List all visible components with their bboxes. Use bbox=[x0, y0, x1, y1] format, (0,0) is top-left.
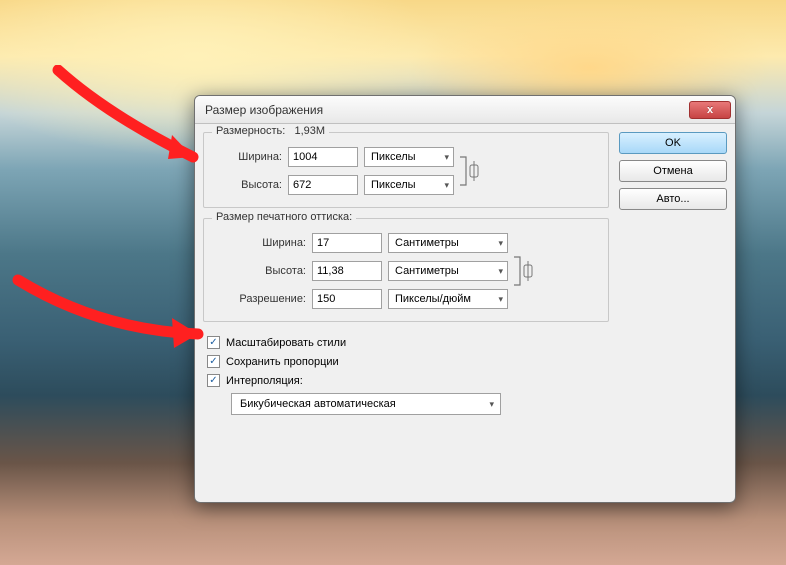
auto-button[interactable]: Авто... bbox=[619, 188, 727, 210]
interpolation-checkbox[interactable]: ✓ bbox=[207, 374, 220, 387]
constrain-proportions-label: Сохранить пропорции bbox=[226, 356, 339, 368]
resolution-unit-select[interactable]: Пикселы/дюйм bbox=[388, 289, 508, 309]
pixel-width-input[interactable] bbox=[288, 147, 358, 167]
print-height-input[interactable] bbox=[312, 261, 382, 281]
constrain-link-icon bbox=[454, 147, 480, 195]
image-size-dialog: Размер изображения x Размерность: 1,93M … bbox=[194, 95, 736, 503]
height-label: Высота: bbox=[214, 179, 282, 191]
ok-button[interactable]: OK bbox=[619, 132, 727, 154]
resolution-input[interactable] bbox=[312, 289, 382, 309]
scale-styles-label: Масштабировать стили bbox=[226, 337, 346, 349]
pixel-height-unit-select[interactable]: Пикселы bbox=[364, 175, 454, 195]
cancel-button[interactable]: Отмена bbox=[619, 160, 727, 182]
close-icon: x bbox=[707, 104, 713, 116]
interpolation-method-select[interactable]: Бикубическая автоматическая bbox=[231, 393, 501, 415]
dimensions-size: 1,93M bbox=[295, 125, 326, 137]
dialog-title: Размер изображения bbox=[205, 103, 323, 117]
print-height-unit-select[interactable]: Сантиметры bbox=[388, 261, 508, 281]
print-legend: Размер печатного оттиска: bbox=[212, 211, 356, 223]
width-label: Ширина: bbox=[214, 151, 282, 163]
scale-styles-checkbox[interactable]: ✓ bbox=[207, 336, 220, 349]
print-width-label: Ширина: bbox=[214, 237, 306, 249]
print-constrain-link-icon bbox=[508, 233, 534, 309]
pixel-height-input[interactable] bbox=[288, 175, 358, 195]
pixel-width-unit-select[interactable]: Пикселы bbox=[364, 147, 454, 167]
dimensions-legend: Размерность: 1,93M bbox=[212, 125, 329, 137]
interpolation-label: Интерполяция: bbox=[226, 375, 303, 387]
print-width-unit-select[interactable]: Сантиметры bbox=[388, 233, 508, 253]
constrain-proportions-checkbox[interactable]: ✓ bbox=[207, 355, 220, 368]
print-height-label: Высота: bbox=[214, 265, 306, 277]
print-size-group: Размер печатного оттиска: Ширина: Сантим… bbox=[203, 218, 609, 322]
dialog-titlebar[interactable]: Размер изображения x bbox=[195, 96, 735, 124]
close-button[interactable]: x bbox=[689, 101, 731, 119]
pixel-dimensions-group: Размерность: 1,93M Ширина: Пикселы Высот… bbox=[203, 132, 609, 208]
resolution-label: Разрешение: bbox=[214, 293, 306, 305]
print-width-input[interactable] bbox=[312, 233, 382, 253]
